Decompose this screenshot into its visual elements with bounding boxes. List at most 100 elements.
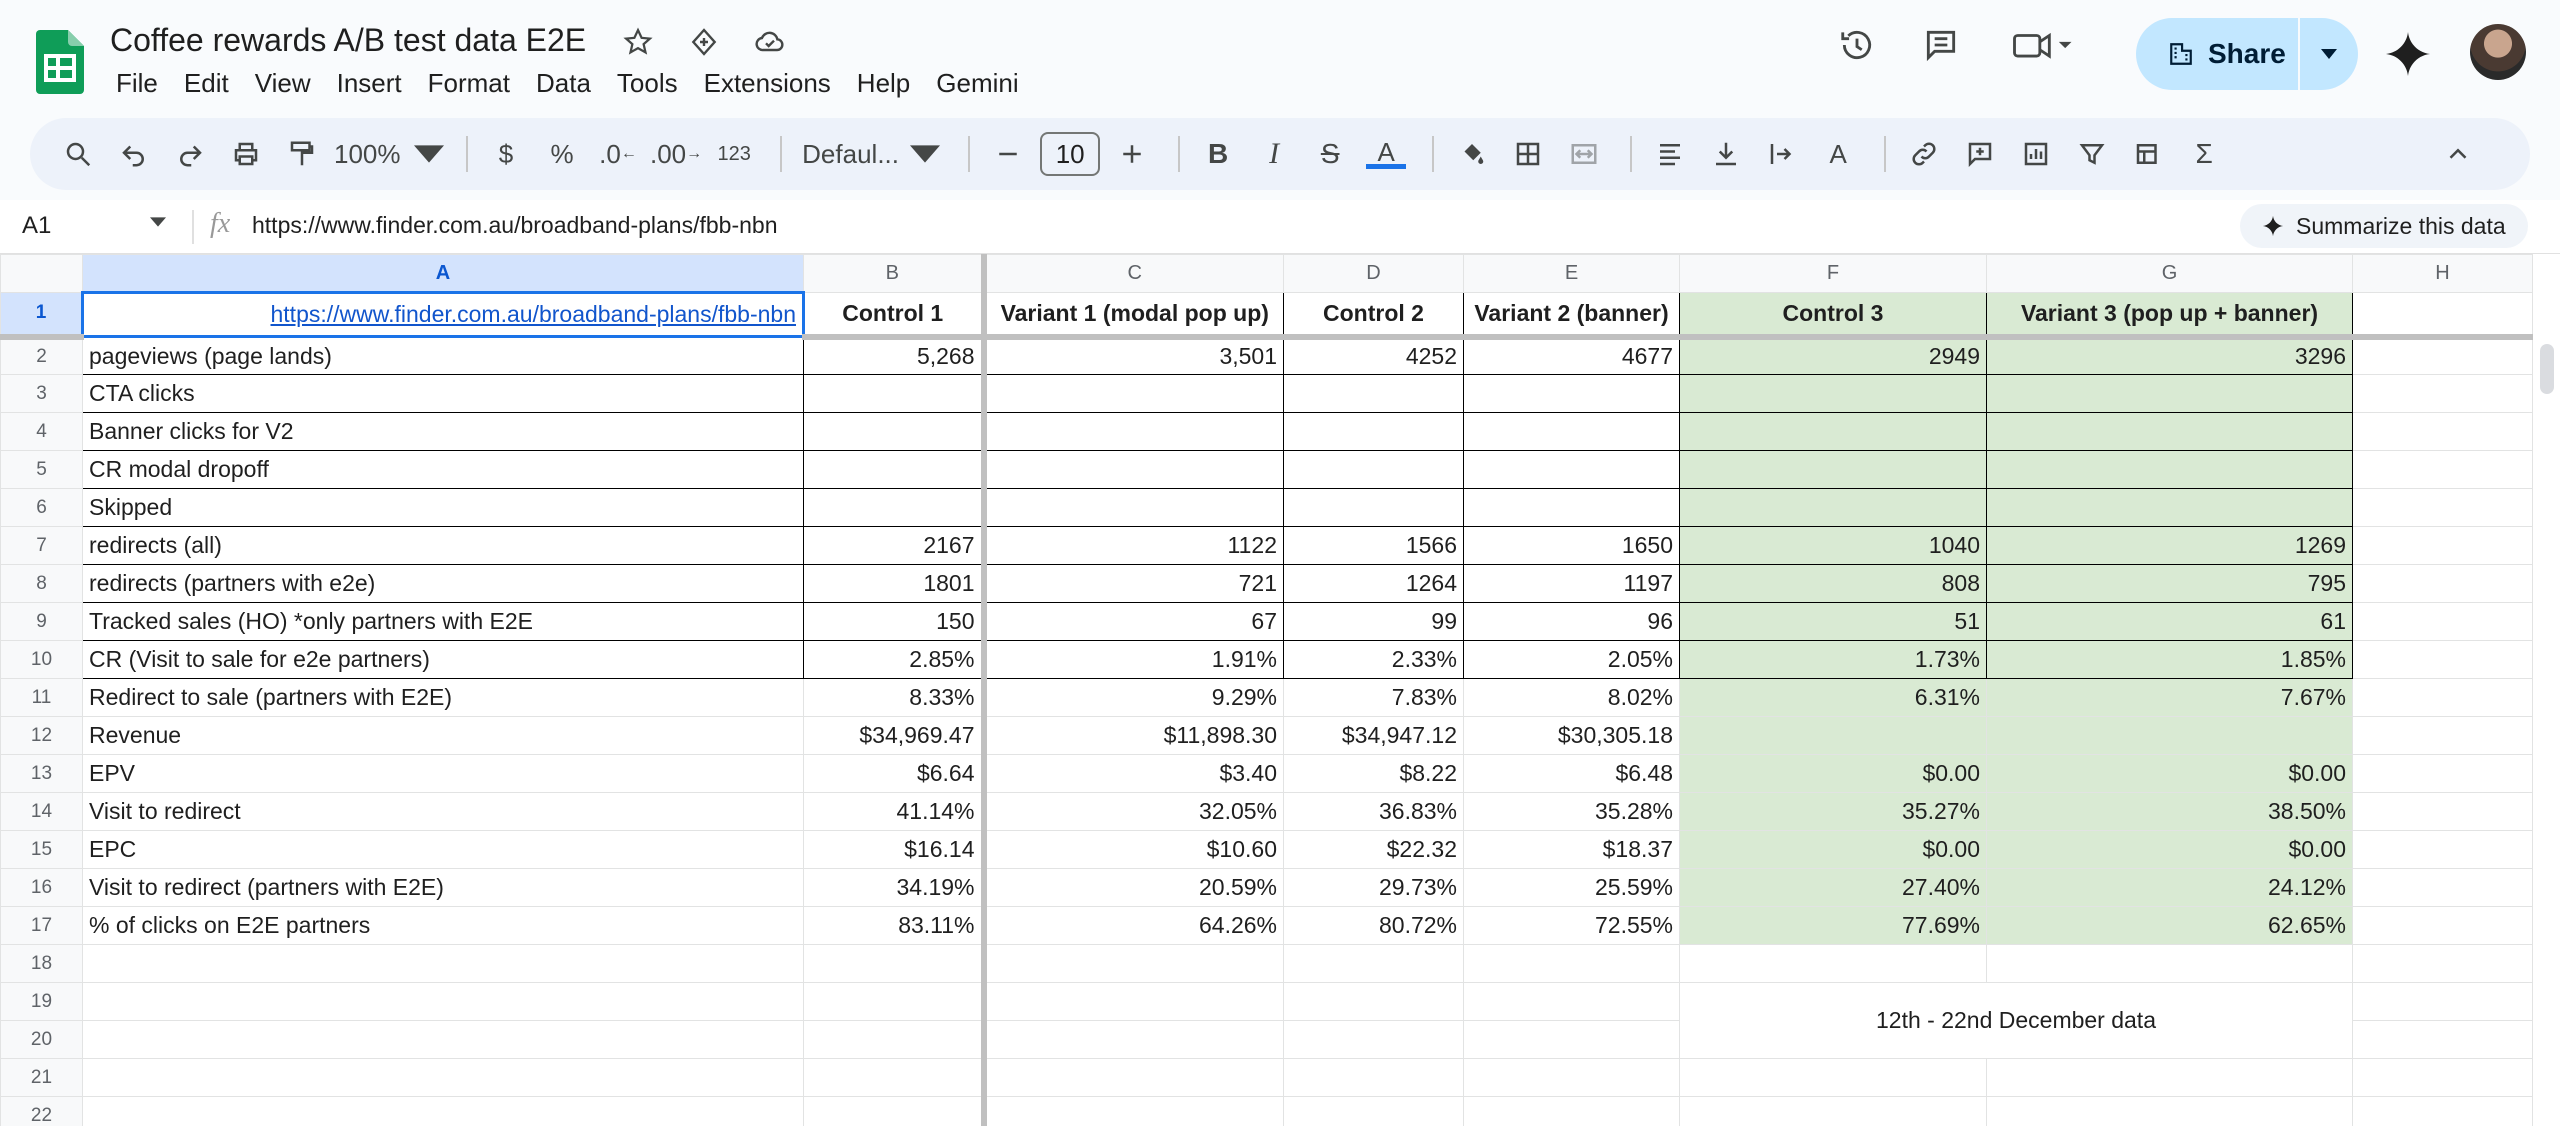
data-cell[interactable] (1463, 1058, 1680, 1097)
row-header[interactable]: 9 (0, 602, 83, 641)
menu-view[interactable]: View (247, 66, 319, 100)
metric-label[interactable]: Tracked sales (HO) *only partners with E… (82, 602, 804, 641)
metric-label[interactable]: Visit to redirect (82, 792, 804, 831)
star-icon[interactable] (620, 24, 656, 60)
data-cell[interactable] (1679, 944, 1987, 983)
data-cell[interactable] (2352, 1020, 2533, 1059)
sheets-logo-icon[interactable] (36, 30, 84, 94)
data-cell[interactable]: 5,268 (803, 336, 987, 375)
data-cell[interactable]: 8.33% (803, 678, 987, 717)
data-cell[interactable]: 35.28% (1463, 792, 1680, 831)
column-header-a[interactable]: A (82, 254, 804, 293)
header-cell[interactable]: Variant 1 (modal pop up) (983, 292, 1284, 340)
data-cell[interactable]: 150 (803, 602, 987, 641)
data-cell[interactable]: 1.91% (983, 640, 1284, 679)
data-cell[interactable] (82, 944, 804, 983)
formula-input[interactable]: https://www.finder.com.au/broadband-plan… (252, 212, 778, 239)
valign-icon[interactable] (1702, 130, 1750, 178)
row-header[interactable]: 10 (0, 640, 83, 679)
data-cell[interactable]: 80.72% (1283, 906, 1464, 945)
data-cell[interactable]: $10.60 (983, 830, 1284, 869)
data-cell[interactable] (2352, 374, 2533, 413)
data-cell[interactable]: $0.00 (1679, 754, 1987, 793)
filter-icon[interactable] (2068, 130, 2116, 178)
header-cell[interactable]: Control 1 (803, 292, 987, 340)
align-icon[interactable] (1646, 130, 1694, 178)
menu-help[interactable]: Help (849, 66, 918, 100)
data-cell[interactable] (1986, 412, 2353, 451)
row-header[interactable]: 6 (0, 488, 83, 527)
data-cell[interactable]: 64.26% (983, 906, 1284, 945)
data-cell[interactable] (983, 1096, 1284, 1126)
data-cell[interactable] (1283, 982, 1464, 1021)
data-cell[interactable] (983, 450, 1284, 489)
filter-views-icon[interactable] (2124, 130, 2172, 178)
data-cell[interactable]: 4677 (1463, 336, 1680, 375)
row-header[interactable]: 21 (0, 1058, 83, 1097)
data-cell[interactable] (1463, 488, 1680, 527)
data-cell[interactable]: 25.59% (1463, 868, 1680, 907)
data-cell[interactable]: 27.40% (1679, 868, 1987, 907)
data-cell[interactable]: $16.14 (803, 830, 987, 869)
data-cell[interactable]: 2167 (803, 526, 987, 565)
data-cell[interactable] (1679, 374, 1987, 413)
header-cell[interactable]: Variant 2 (banner) (1463, 292, 1680, 340)
data-cell[interactable] (1986, 716, 2353, 755)
data-cell[interactable]: 41.14% (803, 792, 987, 831)
paint-format-icon[interactable] (278, 130, 326, 178)
data-cell[interactable] (803, 374, 987, 413)
row-header[interactable]: 1 (0, 292, 83, 340)
data-cell[interactable]: $34,969.47 (803, 716, 987, 755)
row-header[interactable]: 2 (0, 336, 83, 375)
row-header[interactable]: 20 (0, 1020, 83, 1059)
data-cell[interactable]: 6.31% (1679, 678, 1987, 717)
data-cell[interactable]: 3,501 (983, 336, 1284, 375)
data-cell[interactable] (1283, 488, 1464, 527)
data-cell[interactable]: $34,947.12 (1283, 716, 1464, 755)
comment-icon[interactable] (1956, 130, 2004, 178)
data-cell[interactable] (1283, 450, 1464, 489)
data-cell[interactable]: $18.37 (1463, 830, 1680, 869)
data-cell[interactable] (983, 488, 1284, 527)
menu-tools[interactable]: Tools (609, 66, 686, 100)
data-cell[interactable]: 4252 (1283, 336, 1464, 375)
data-cell[interactable] (983, 982, 1284, 1021)
column-header-b[interactable]: B (803, 254, 987, 293)
data-cell[interactable]: 7.67% (1986, 678, 2353, 717)
data-cell[interactable] (1679, 716, 1987, 755)
merge-icon[interactable] (1560, 130, 1608, 178)
data-cell[interactable] (803, 412, 987, 451)
undo-icon[interactable] (110, 130, 158, 178)
data-cell[interactable]: 29.73% (1283, 868, 1464, 907)
data-cell[interactable] (1986, 374, 2353, 413)
data-cell[interactable]: 721 (983, 564, 1284, 603)
row-header[interactable]: 13 (0, 754, 83, 793)
row-header[interactable]: 7 (0, 526, 83, 565)
data-cell[interactable] (1986, 1096, 2353, 1126)
comments-icon[interactable] (1914, 18, 1968, 72)
menu-data[interactable]: Data (528, 66, 599, 100)
menu-format[interactable]: Format (420, 66, 518, 100)
data-cell[interactable] (2352, 526, 2533, 565)
data-cell[interactable]: 7.83% (1283, 678, 1464, 717)
row-header[interactable]: 22 (0, 1096, 83, 1126)
data-cell[interactable]: 808 (1679, 564, 1987, 603)
metric-label[interactable]: CTA clicks (82, 374, 804, 413)
data-cell[interactable] (82, 982, 804, 1021)
data-cell[interactable]: 36.83% (1283, 792, 1464, 831)
data-cell[interactable]: 1040 (1679, 526, 1987, 565)
data-cell[interactable] (1679, 450, 1987, 489)
strikethrough-icon[interactable]: S (1306, 130, 1354, 178)
data-cell[interactable]: 99 (1283, 602, 1464, 641)
row-header[interactable]: 5 (0, 450, 83, 489)
data-cell[interactable] (1463, 944, 1680, 983)
menu-extensions[interactable]: Extensions (696, 66, 839, 100)
more-formats-button[interactable]: 123 (710, 130, 758, 178)
borders-icon[interactable] (1504, 130, 1552, 178)
vertical-scrollbar[interactable] (2540, 344, 2554, 394)
metric-label[interactable]: Redirect to sale (partners with E2E) (82, 678, 804, 717)
share-dropdown-button[interactable] (2300, 18, 2358, 90)
header-cell[interactable]: Control 2 (1283, 292, 1464, 340)
data-cell[interactable] (1679, 1058, 1987, 1097)
metric-label[interactable]: Skipped (82, 488, 804, 527)
